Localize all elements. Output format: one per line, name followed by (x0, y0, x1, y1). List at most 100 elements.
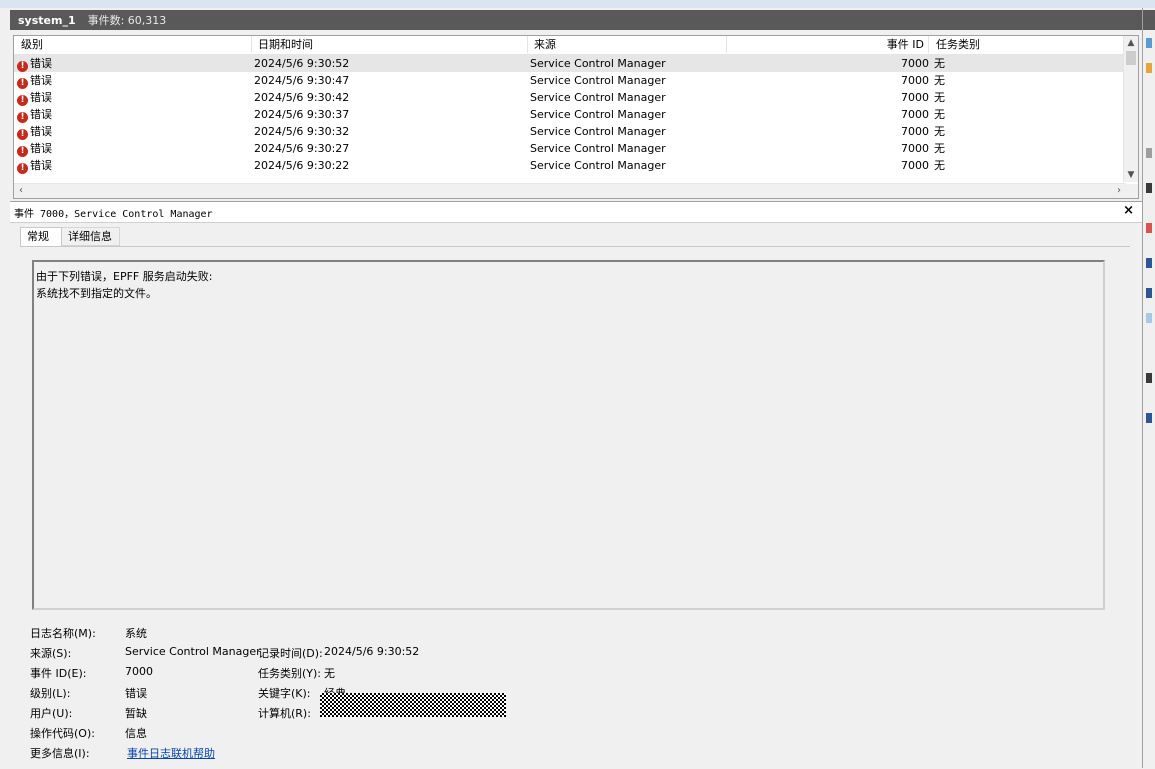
computer-label: 计算机(R): (258, 707, 311, 720)
main-pane: system_1 事件数: 60,313 级别 日期和时间 来源 事件 ID 任… (10, 8, 1142, 769)
event-detail-header: 事件 7000，Service Control Manager × (10, 201, 1142, 223)
logged-label: 记录时间(D): (258, 647, 323, 660)
row-level: 错误 (30, 125, 52, 138)
action-icon[interactable] (1146, 223, 1152, 233)
action-icon[interactable] (1146, 373, 1152, 383)
action-icon[interactable] (1146, 148, 1152, 158)
action-icon[interactable] (1146, 313, 1152, 323)
column-header-event-id[interactable]: 事件 ID (729, 36, 929, 53)
column-header-task[interactable]: 任务类别 (932, 36, 1126, 53)
row-level: 错误 (30, 74, 52, 87)
row-task: 无 (934, 74, 945, 87)
row-level: 错误 (30, 57, 52, 70)
row-event-id: 7000 (901, 159, 929, 172)
event-id-label: 事件 ID(E): (30, 667, 87, 680)
row-task: 无 (934, 125, 945, 138)
row-event-id: 7000 (901, 142, 929, 155)
keywords-label: 关键字(K): (258, 687, 311, 700)
row-task: 无 (934, 159, 945, 172)
table-row[interactable]: ! 错误 2024/5/6 9:30:22 Service Control Man… (14, 157, 1126, 174)
online-help-link[interactable]: 事件日志联机帮助 (127, 745, 215, 761)
row-source: Service Control Manager (530, 159, 666, 172)
scroll-corner (1124, 184, 1138, 198)
actions-pane-header (1143, 10, 1155, 30)
user-label: 用户(U): (30, 707, 73, 720)
user-value[interactable]: 暂缺 (125, 705, 147, 721)
scroll-left-icon[interactable]: ‹ (14, 184, 28, 198)
opcode-label: 操作代码(O): (30, 727, 95, 740)
action-icon[interactable] (1146, 258, 1152, 268)
row-date: 2024/5/6 9:30:27 (254, 142, 350, 155)
action-icon[interactable] (1146, 38, 1152, 48)
opcode-value[interactable]: 信息 (125, 725, 147, 741)
error-icon: ! (17, 78, 28, 89)
level-label: 级别(L): (30, 687, 71, 700)
row-date: 2024/5/6 9:30:37 (254, 108, 350, 121)
error-icon: ! (17, 146, 28, 157)
scroll-down-icon[interactable]: ▼ (1124, 168, 1138, 182)
column-header-level[interactable]: 级别 (17, 36, 252, 53)
row-task: 无 (934, 142, 945, 155)
log-name-label: 日志名称(M): (30, 627, 96, 640)
scroll-up-icon[interactable]: ▲ (1124, 36, 1138, 50)
event-detail-title: 事件 7000，Service Control Manager (14, 209, 213, 220)
row-event-id: 7000 (901, 108, 929, 121)
task-label: 任务类别(Y): (258, 667, 322, 680)
row-source: Service Control Manager (530, 91, 666, 104)
logged-value[interactable]: 2024/5/6 9:30:52 (324, 645, 419, 658)
table-row[interactable]: ! 错误 2024/5/6 9:30:52 Service Control Man… (14, 55, 1126, 72)
row-level: 错误 (30, 91, 52, 104)
message-line: 系统找不到指定的文件。 (36, 287, 157, 300)
event-list[interactable]: 级别 日期和时间 来源 事件 ID 任务类别 ! 错误 2024/5/6 9:30… (13, 35, 1139, 199)
row-event-id: 7000 (901, 91, 929, 104)
row-task: 无 (934, 57, 945, 70)
event-message[interactable]: 由于下列错误，EPFF 服务启动失败: 系统找不到指定的文件。 (32, 260, 1105, 610)
error-icon: ! (17, 95, 28, 106)
horizontal-scrollbar[interactable]: ‹ › (14, 183, 1126, 198)
error-icon: ! (17, 163, 28, 174)
action-icon[interactable] (1146, 183, 1152, 193)
vertical-scrollbar[interactable]: ▲ ▼ (1123, 36, 1138, 182)
tab-details[interactable]: 详细信息 (62, 227, 120, 246)
more-info-label: 更多信息(I): (30, 747, 90, 760)
table-row[interactable]: ! 错误 2024/5/6 9:30:47 Service Control Man… (14, 72, 1126, 89)
row-date: 2024/5/6 9:30:42 (254, 91, 350, 104)
row-date: 2024/5/6 9:30:47 (254, 74, 350, 87)
error-icon: ! (17, 61, 28, 72)
scroll-thumb[interactable] (1126, 51, 1136, 65)
table-row[interactable]: ! 错误 2024/5/6 9:30:37 Service Control Man… (14, 106, 1126, 123)
log-name: system_1 (18, 13, 76, 27)
row-task: 无 (934, 91, 945, 104)
row-source: Service Control Manager (530, 142, 666, 155)
action-icon[interactable] (1146, 413, 1152, 423)
event-id-value[interactable]: 7000 (125, 665, 153, 678)
row-task: 无 (934, 108, 945, 121)
action-icon[interactable] (1146, 288, 1152, 298)
row-source: Service Control Manager (530, 74, 666, 87)
row-source: Service Control Manager (530, 125, 666, 138)
source-value[interactable]: Service Control Manager (125, 645, 261, 658)
message-line: 由于下列错误，EPFF 服务启动失败: (36, 270, 213, 283)
event-list-header: 级别 日期和时间 来源 事件 ID 任务类别 (14, 36, 1126, 55)
actions-pane-edge (1142, 8, 1155, 768)
row-source: Service Control Manager (530, 57, 666, 70)
task-value[interactable]: 无 (324, 665, 335, 681)
action-icon[interactable] (1146, 63, 1152, 73)
row-event-id: 7000 (901, 74, 929, 87)
window-top-strip (0, 0, 1155, 8)
table-row[interactable]: ! 错误 2024/5/6 9:30:32 Service Control Man… (14, 123, 1126, 140)
level-value[interactable]: 错误 (125, 685, 147, 701)
row-date: 2024/5/6 9:30:22 (254, 159, 350, 172)
table-row[interactable]: ! 错误 2024/5/6 9:30:42 Service Control Man… (14, 89, 1126, 106)
table-row[interactable]: ! 错误 2024/5/6 9:30:27 Service Control Man… (14, 140, 1126, 157)
log-title-bar: system_1 事件数: 60,313 (10, 10, 1142, 30)
row-level: 错误 (30, 108, 52, 121)
row-date: 2024/5/6 9:30:52 (254, 57, 350, 70)
close-icon[interactable]: × (1123, 203, 1134, 218)
source-label: 来源(S): (30, 647, 72, 660)
tab-general[interactable]: 常规 (20, 227, 62, 246)
row-event-id: 7000 (901, 125, 929, 138)
column-header-source[interactable]: 来源 (530, 36, 727, 53)
column-header-date[interactable]: 日期和时间 (254, 36, 528, 53)
log-name-value[interactable]: 系统 (125, 625, 147, 641)
